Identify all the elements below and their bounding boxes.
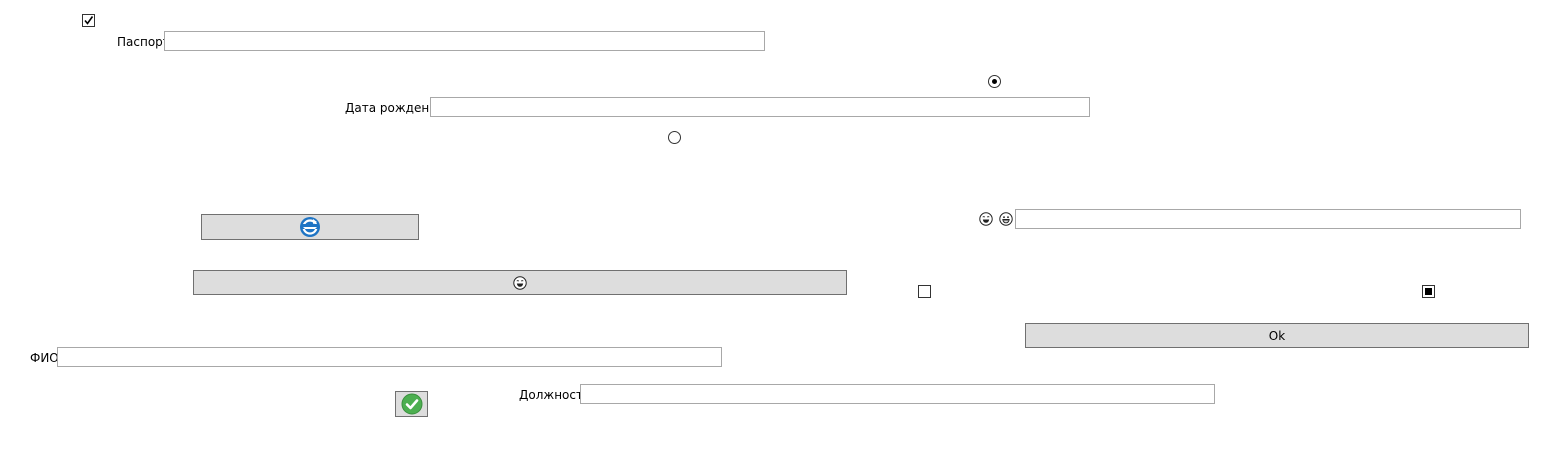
laughing-face-icon [513,275,527,290]
fio-label: ФИО [30,351,59,365]
birth-date-input[interactable] [430,97,1090,117]
ok-button[interactable]: Ok [1025,323,1529,348]
indeterminate-mark [1425,288,1432,295]
position-input[interactable] [580,384,1215,404]
radio-dot [992,79,997,84]
checkmark-icon [84,16,94,25]
laughing-face-icon [979,212,993,226]
passport-input[interactable] [164,31,765,51]
right-checkbox[interactable] [1422,285,1435,298]
top-checkbox[interactable] [82,14,95,27]
refresh-icon [300,217,320,237]
radio-option-top[interactable] [988,75,1001,88]
fio-input[interactable] [57,347,722,367]
grinning-face-icon [999,212,1013,226]
refresh-button[interactable] [201,214,419,240]
confirm-button[interactable] [395,391,428,417]
passport-label: Паспорт [117,35,170,49]
emoji-text-input[interactable] [1015,209,1521,229]
radio-option-bottom[interactable] [668,131,681,144]
check-icon [401,393,422,415]
emoji-button[interactable] [193,270,847,295]
middle-checkbox[interactable] [918,285,931,298]
